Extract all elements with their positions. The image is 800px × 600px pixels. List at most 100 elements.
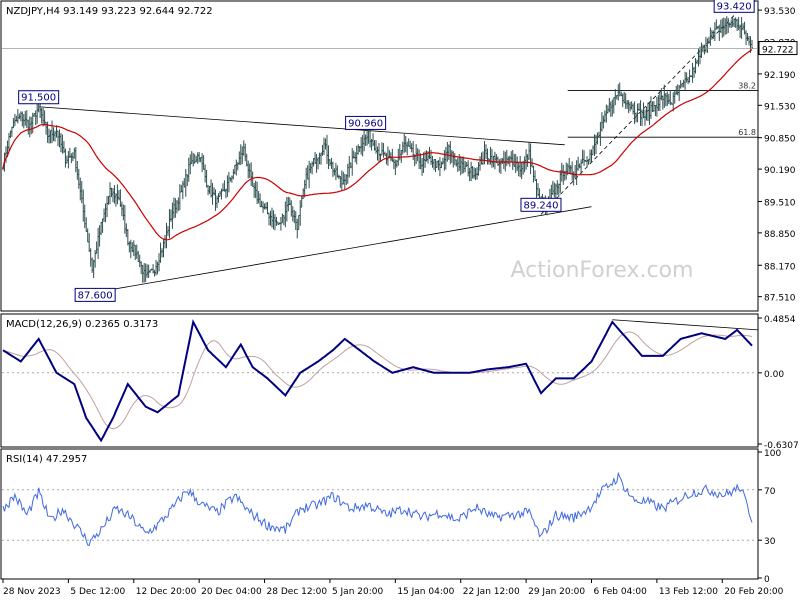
ohlc-bar [661, 95, 664, 110]
ohlc-bar [291, 206, 294, 222]
ohlc-bar [484, 144, 487, 160]
price-annotation: 90.960 [345, 115, 387, 130]
ohlc-bar [269, 210, 272, 226]
ohlc-bar [321, 144, 324, 156]
ohlc-bar [45, 121, 48, 135]
ohlc-bar [199, 157, 202, 163]
ohlc-bar [377, 142, 380, 163]
ohlc-bar [59, 133, 62, 153]
ohlc-bar [83, 204, 86, 229]
ohlc-bar [259, 193, 262, 208]
x-tick-label: 22 Jan 12:00 [463, 587, 520, 597]
ohlc-bar [79, 177, 82, 201]
ohlc-bar [232, 169, 235, 180]
ohlc-bar [529, 143, 532, 175]
ohlc-bar [724, 18, 727, 35]
ohlc-bar [40, 107, 43, 124]
ohlc-bar [685, 72, 688, 83]
fibo-level-label: 61.8 [738, 128, 756, 137]
ohlc-bar [88, 233, 91, 252]
ohlc-bar [302, 188, 305, 199]
ohlc-bar [725, 16, 728, 35]
rsi-panel-frame [0, 448, 759, 580]
ohlc-bar [260, 200, 263, 208]
ohlc-bar [649, 96, 652, 120]
ohlc-bar [211, 183, 214, 205]
ohlc-bar [97, 227, 100, 259]
x-tick-label: 5 Jan 20:00 [332, 587, 384, 597]
ohlc-bar [660, 88, 663, 101]
y-tick-label: 0 [764, 575, 770, 585]
ohlc-bar [517, 161, 520, 177]
ohlc-bar [559, 170, 562, 193]
ohlc-bar [658, 91, 661, 111]
y-tick-label: 91.530 [764, 102, 796, 112]
ohlc-bar [19, 111, 22, 122]
ohlc-bar [550, 184, 553, 200]
ohlc-bar [349, 162, 352, 169]
macd-panel: MACD(12,26,9) 0.2365 0.3173 0.48540.00-0… [0, 313, 799, 451]
ohlc-bar [465, 162, 468, 167]
ohlc-bar [303, 179, 306, 198]
ohlc-bar [718, 24, 721, 41]
price-annotation: 93.420 [713, 0, 755, 13]
x-tick-label: 6 Feb 04:00 [594, 587, 648, 597]
ohlc-bar [294, 211, 297, 230]
ohlc-bar [141, 264, 144, 283]
ohlc-bar [257, 191, 260, 204]
ohlc-bar [459, 156, 462, 176]
ohlc-bar [418, 149, 421, 170]
y-tick-label: 0.00 [764, 370, 784, 380]
ohlc-bar [577, 156, 580, 171]
y-tick-label: 87.510 [764, 294, 796, 304]
ohlc-bar [443, 150, 446, 171]
ohlc-bar [441, 157, 444, 165]
ohlc-bar [233, 164, 236, 175]
ohlc-bar [56, 130, 59, 147]
ohlc-bar [98, 225, 101, 247]
ohlc-bar [657, 95, 660, 112]
ohlc-bar [51, 120, 54, 144]
ohlc-bar [361, 134, 364, 157]
ohlc-bar [746, 33, 749, 42]
ohlc-bar [64, 148, 67, 168]
forex-chart: ActionForex.com NZDJPY,H4 93.149 93.223 … [0, 0, 799, 597]
ohlc-bar [331, 161, 334, 177]
ohlc-bar [43, 110, 46, 126]
ohlc-bar [444, 147, 447, 170]
ohlc-bar [693, 66, 696, 79]
x-tick-label: 20 Feb 20:00 [724, 587, 783, 597]
y-tick-label: 100 [764, 449, 781, 459]
ohlc-bar [727, 17, 730, 34]
ohlc-bar [235, 159, 238, 176]
ohlc-bar [85, 217, 88, 232]
ohlc-bar [52, 127, 55, 142]
ohlc-bar [470, 161, 473, 182]
y-tick-label: 90.190 [764, 166, 796, 176]
ohlc-bar [100, 221, 103, 236]
ohlc-bar [205, 169, 208, 188]
ohlc-bar [220, 188, 223, 200]
ohlc-bar [223, 180, 226, 192]
ohlc-bar [230, 175, 233, 183]
ohlc-bar [262, 201, 265, 213]
ohlc-bar [664, 92, 667, 107]
ohlc-bar [422, 152, 425, 173]
ohlc-bar [214, 189, 217, 211]
ohlc-bar [415, 144, 418, 165]
ohlc-bar [734, 17, 737, 28]
ohlc-bar [434, 159, 437, 173]
ohlc-bar [336, 165, 339, 178]
ohlc-bar [253, 182, 256, 198]
ohlc-bar [27, 119, 30, 135]
ohlc-bar [67, 151, 70, 169]
rsi-panel: RSI(14) 47.2957 100 70 30 0 [0, 448, 781, 585]
ohlc-bar [467, 160, 470, 177]
ohlc-bar [684, 71, 687, 90]
ohlc-bar [30, 116, 33, 135]
ohlc-bar [589, 149, 592, 163]
ohlc-bar [486, 148, 489, 165]
ohlc-bar [482, 151, 485, 165]
ohlc-bar [89, 248, 92, 267]
price-annotation: 89.240 [520, 197, 562, 212]
